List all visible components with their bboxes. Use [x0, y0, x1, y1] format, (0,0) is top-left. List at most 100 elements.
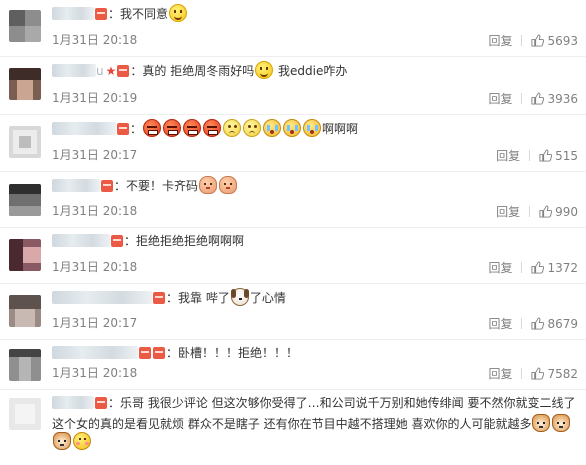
user-name[interactable] [52, 64, 96, 77]
vip-badge-icon [117, 123, 129, 135]
vip-badge-icon [153, 292, 165, 304]
avatar[interactable] [9, 398, 41, 430]
like-count: 515 [555, 149, 578, 163]
crying-emoji-icon [263, 119, 282, 137]
comment-text: ：拒绝拒绝拒绝啊啊啊 [52, 232, 578, 250]
comment-actions: 回复 5693 [488, 32, 578, 49]
like-count: 8679 [547, 317, 578, 331]
divider [521, 35, 523, 46]
vip-badge-icon [101, 180, 113, 192]
like-count: 3936 [547, 92, 578, 106]
thumbs-up-icon [539, 149, 553, 162]
user-name[interactable] [52, 396, 94, 409]
comment-item: ：乐哥 我很少评论 但这次够你受得了…和公司说千万别和她传绯闻 要不然你就变二线… [0, 390, 586, 465]
like-button[interactable]: 515 [539, 149, 578, 163]
crying-emoji-icon [303, 119, 322, 137]
shy-emoji-icon [73, 432, 91, 450]
shiba-dog-emoji-icon [532, 414, 551, 432]
reply-button[interactable]: 回复 [488, 92, 512, 106]
comment-actions: 回复 8679 [488, 315, 578, 332]
like-count: 1372 [547, 261, 578, 275]
shiba-dog-emoji-icon [552, 414, 571, 432]
divider [529, 206, 531, 217]
comment-text: ：啊啊啊 [52, 119, 578, 138]
comment-actions: 回复 1372 [488, 259, 578, 276]
comment-time: 1月31日 20:17 [52, 148, 138, 162]
vip-badge-icon [95, 8, 107, 20]
avatar[interactable] [9, 295, 41, 327]
bun-emoji-icon [219, 176, 238, 194]
like-button[interactable]: 8679 [531, 317, 578, 331]
comment-text: ：我靠 哔了 了心情 [52, 288, 578, 307]
avatar[interactable] [9, 10, 41, 42]
user-name[interactable] [52, 179, 100, 192]
vip-badge-icon [95, 397, 107, 409]
like-count: 5693 [547, 34, 578, 48]
comment-time: 1月31日 20:18 [52, 204, 138, 218]
like-button[interactable]: 7582 [531, 367, 578, 381]
comment-text-continued: 这个女的真的是看见就烦 群众不是瞎子 还有你在节目中越不搭理她 喜欢你的人可能就… [52, 414, 578, 433]
thumbs-up-icon [531, 261, 545, 274]
avatar[interactable] [9, 184, 41, 216]
thumbs-up-icon [531, 367, 545, 380]
comment-time: 1月31日 20:18 [52, 33, 138, 47]
divider [521, 368, 523, 379]
comment-actions: 回复 3936 [488, 90, 578, 107]
angry-emoji-icon [163, 119, 182, 137]
user-name[interactable] [52, 234, 110, 247]
angry-emoji-icon [203, 119, 222, 137]
comment-time: 1月31日 20:18 [52, 366, 138, 380]
vip-badge-icon [139, 347, 151, 359]
user-name[interactable] [52, 122, 116, 135]
comment-actions: 回复 515 [496, 147, 578, 164]
avatar[interactable] [9, 126, 41, 158]
avatar[interactable] [9, 349, 41, 381]
reply-button[interactable]: 回复 [488, 317, 512, 331]
reply-button[interactable]: 回复 [488, 261, 512, 275]
comment-actions: 回复 7582 [488, 365, 578, 382]
comment-text: u ★ ：真的 拒绝周冬雨好吗 我eddie咋办 [52, 61, 578, 80]
reply-button[interactable]: 回复 [488, 367, 512, 381]
comment-time: 1月31日 20:18 [52, 260, 138, 274]
like-count: 7582 [547, 367, 578, 381]
dog-emoji-icon [230, 288, 249, 306]
user-name[interactable] [52, 346, 138, 359]
divider [529, 150, 531, 161]
comment-item: ：卧槽！！！拒绝！！！ 1月31日 20:18 回复 7582 [0, 340, 586, 390]
thumbs-up-icon [531, 92, 545, 105]
like-count: 990 [555, 205, 578, 219]
smile-emoji-icon [169, 4, 188, 22]
comment-text: ：乐哥 我很少评论 但这次够你受得了…和公司说千万别和她传绯闻 要不然你就变二线… [52, 394, 578, 412]
smile-emoji-icon [255, 61, 274, 79]
comment-item: ：拒绝拒绝拒绝啊啊啊 1月31日 20:18 回复 1372 [0, 228, 586, 284]
reply-button[interactable]: 回复 [496, 205, 520, 219]
avatar[interactable] [9, 239, 41, 271]
user-name[interactable] [52, 7, 94, 20]
divider [521, 262, 523, 273]
divider [521, 93, 523, 104]
vip-badge-icon [111, 235, 123, 247]
sad-emoji-icon [223, 119, 242, 137]
divider [521, 318, 523, 329]
reply-button[interactable]: 回复 [488, 34, 512, 48]
avatar[interactable] [9, 68, 41, 100]
angry-emoji-icon [143, 119, 162, 137]
star-icon: ★ [105, 64, 117, 78]
user-name[interactable] [52, 291, 152, 304]
comment-item: ：我不同意 1月31日 20:18 回复 5693 [0, 0, 586, 57]
comment-emoji-row [52, 432, 92, 450]
comment-item: u ★ ：真的 拒绝周冬雨好吗 我eddie咋办 1月31日 20:19 回复 393… [0, 57, 586, 115]
like-button[interactable]: 5693 [531, 34, 578, 48]
crying-emoji-icon [283, 119, 302, 137]
like-button[interactable]: 990 [539, 205, 578, 219]
like-button[interactable]: 1372 [531, 261, 578, 275]
sad-emoji-icon [243, 119, 262, 137]
shiba-dog-emoji-icon [53, 432, 71, 450]
thumbs-up-icon [531, 317, 545, 330]
reply-button[interactable]: 回复 [496, 149, 520, 163]
comment-item: ：我靠 哔了 了心情 1月31日 20:17 回复 8679 [0, 284, 586, 340]
angry-emoji-icon [183, 119, 202, 137]
comment-text: ：不要！卡齐码 [52, 176, 578, 195]
comment-text: ：我不同意 [52, 4, 578, 23]
like-button[interactable]: 3936 [531, 92, 578, 106]
